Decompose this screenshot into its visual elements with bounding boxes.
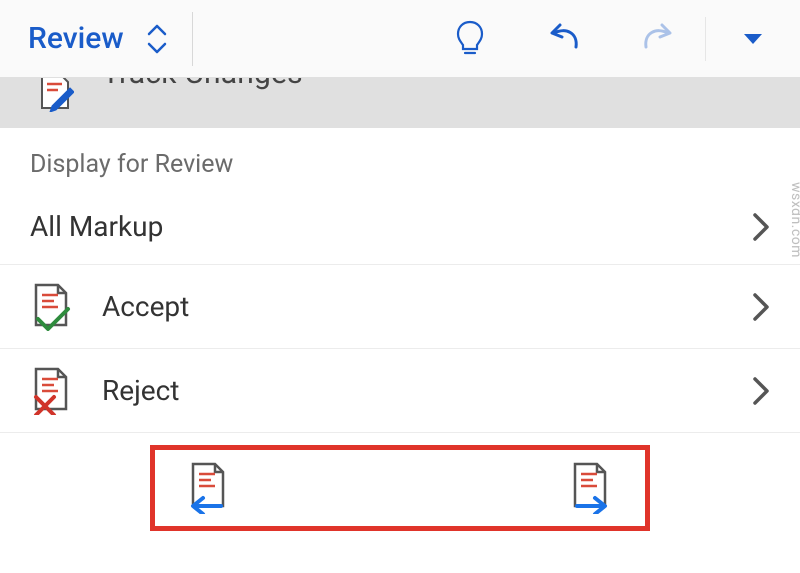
ribbon-tab-label: Review — [28, 21, 124, 56]
lightbulb-icon — [455, 19, 485, 59]
redo-icon — [638, 21, 678, 57]
previous-change-button[interactable] — [185, 462, 233, 514]
redo-button[interactable] — [611, 0, 705, 77]
all-markup-label: All Markup — [30, 210, 724, 243]
change-navigation-highlight — [150, 445, 650, 531]
accept-row[interactable]: Accept — [0, 265, 800, 349]
watermark: wsxdn.com — [788, 182, 800, 258]
next-change-button[interactable] — [567, 462, 615, 514]
doc-arrow-right-icon — [567, 462, 615, 514]
undo-button[interactable] — [517, 0, 611, 77]
ribbon-tab-selector[interactable]: Review — [0, 0, 192, 77]
chevron-right-icon — [752, 212, 770, 242]
track-changes-label: Track Changes — [102, 78, 303, 91]
reject-row[interactable]: Reject — [0, 349, 800, 433]
toolbar: Review — [0, 0, 800, 78]
track-changes-row[interactable]: Track Changes — [0, 78, 800, 128]
doc-arrow-left-icon — [185, 462, 233, 514]
all-markup-row[interactable]: All Markup — [0, 189, 800, 265]
chevron-right-icon — [752, 376, 770, 406]
tell-me-button[interactable] — [423, 0, 517, 77]
track-changes-icon — [34, 78, 74, 112]
undo-icon — [544, 21, 584, 57]
updown-icon — [146, 22, 168, 56]
toolbar-actions — [423, 0, 800, 77]
reject-icon — [30, 367, 74, 415]
display-for-review-header: Display for Review — [0, 128, 800, 189]
caret-down-icon — [742, 32, 764, 46]
separator — [192, 12, 193, 66]
accept-label: Accept — [102, 290, 724, 323]
chevron-right-icon — [752, 292, 770, 322]
accept-icon — [30, 283, 74, 331]
reject-label: Reject — [102, 374, 724, 407]
more-button[interactable] — [706, 0, 800, 77]
